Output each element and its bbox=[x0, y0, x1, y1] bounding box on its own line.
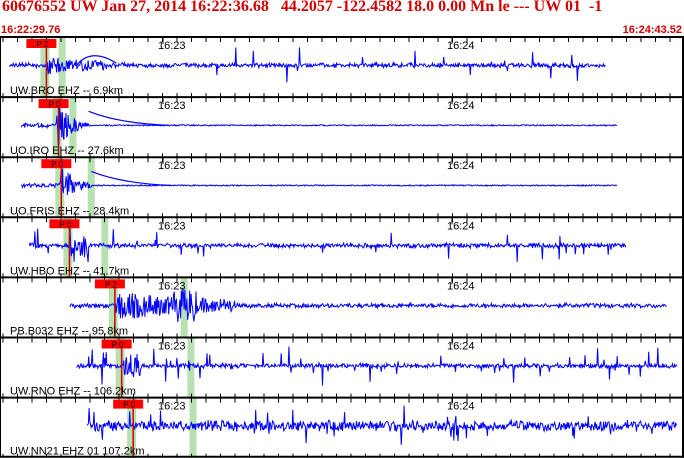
minute-label: 16:23 bbox=[158, 280, 186, 292]
minute-label: 16:24 bbox=[447, 280, 475, 292]
arrival-decay bbox=[88, 110, 169, 126]
station-label: UW.RNO EHZ -- 106.2km bbox=[10, 386, 136, 398]
pick-label: P 0 bbox=[59, 220, 71, 229]
minute-label: 16:24 bbox=[447, 401, 475, 413]
start-time-label: 16:22:29.76 bbox=[1, 24, 61, 36]
minute-label: 16:23 bbox=[158, 341, 186, 353]
minute-label: 16:24 bbox=[447, 220, 475, 232]
pick-label: P 0 bbox=[51, 160, 63, 169]
station-label: PB.B032 EHZ -- 95.8km bbox=[10, 326, 128, 338]
minute-label: 16:24 bbox=[447, 341, 475, 353]
minute-label: 16:23 bbox=[158, 401, 186, 413]
pick-label: P 0 bbox=[112, 341, 124, 350]
minute-label: 16:24 bbox=[447, 160, 475, 172]
waveform-trace bbox=[28, 224, 627, 263]
minute-label: 16:23 bbox=[158, 40, 186, 52]
pick-label: P 2 bbox=[36, 40, 48, 49]
station-label: UW.HBO EHZ -- 41.7km bbox=[10, 265, 129, 277]
end-time-label: 16:24:43.52 bbox=[622, 24, 682, 36]
minute-label: 16:24 bbox=[447, 40, 475, 52]
waveform-trace bbox=[8, 47, 606, 83]
pick-label: P 2 bbox=[105, 280, 117, 289]
minute-label: 16:23 bbox=[158, 160, 186, 172]
station-label: UO.IRO EHZ -- 27.6km bbox=[10, 145, 124, 157]
waveform-trace bbox=[76, 346, 678, 386]
waveform-trace bbox=[20, 168, 618, 196]
minute-label: 16:23 bbox=[158, 100, 186, 112]
station-label: UO.FRIS EHZ -- 28.4km bbox=[10, 205, 129, 217]
arrival-decay bbox=[91, 170, 172, 187]
waveform-trace bbox=[20, 106, 617, 146]
pick-label: P 0 bbox=[123, 401, 135, 410]
minute-label: 16:23 bbox=[158, 220, 186, 232]
minute-label: 16:24 bbox=[447, 100, 475, 112]
pick-label: P 0 bbox=[49, 100, 61, 109]
seismogram-panels: 16:23 16:24 P 2 UW.BRO EHZ -- 6.9km 16:23 16:… bbox=[0, 36, 684, 458]
waveform-trace bbox=[69, 288, 667, 323]
station-label: UW.BRO EHZ -- 6.9km bbox=[10, 85, 123, 97]
